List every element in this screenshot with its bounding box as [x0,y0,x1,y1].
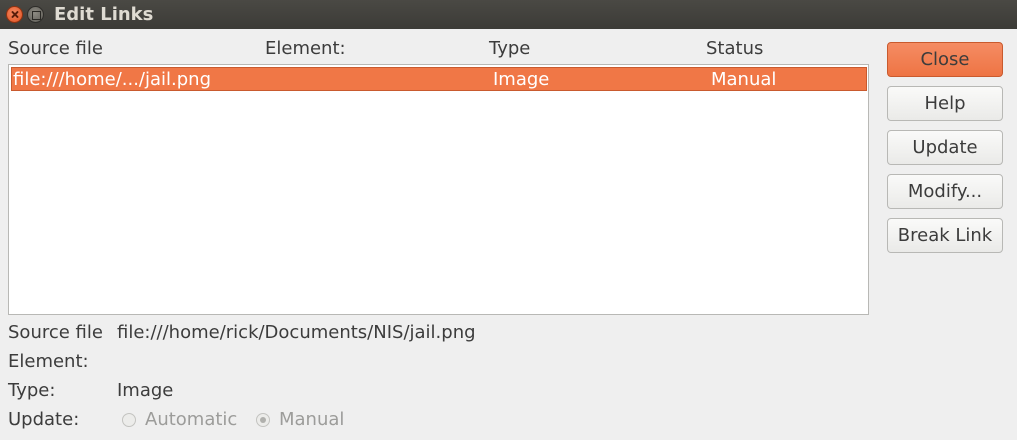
break-link-button[interactable]: Break Link [887,218,1003,253]
link-status: Manual [711,69,777,90]
source-file-value: file:///home/rick/Documents/NIS/jail.png [117,322,476,343]
manual-radio-label[interactable]: Manual [279,409,344,430]
column-header-source-file[interactable]: Source file [8,38,103,59]
modify-button[interactable]: Modify... [887,174,1003,209]
title-bar: Edit Links [0,0,1017,29]
help-button[interactable]: Help [887,86,1003,121]
type-label: Type: [8,380,56,401]
links-list[interactable]: file:///home/.../jail.png Image Manual [8,64,869,315]
column-header-type[interactable]: Type [489,38,530,59]
link-type: Image [493,69,550,90]
update-button[interactable]: Update [887,130,1003,165]
manual-radio[interactable] [256,413,270,427]
close-window-icon[interactable] [6,6,23,23]
link-row[interactable]: file:///home/.../jail.png Image Manual [11,67,867,91]
update-label: Update: [8,409,80,430]
link-source: file:///home/.../jail.png [13,69,212,90]
window-title: Edit Links [54,4,154,25]
source-file-label: Source file [8,322,103,343]
maximize-window-icon[interactable] [27,6,44,23]
type-value: Image [117,380,174,401]
element-label: Element: [8,351,89,372]
column-header-status[interactable]: Status [706,38,763,59]
automatic-radio-label[interactable]: Automatic [145,409,237,430]
close-button[interactable]: Close [887,42,1003,77]
column-header-element[interactable]: Element: [265,38,346,59]
automatic-radio[interactable] [122,413,136,427]
